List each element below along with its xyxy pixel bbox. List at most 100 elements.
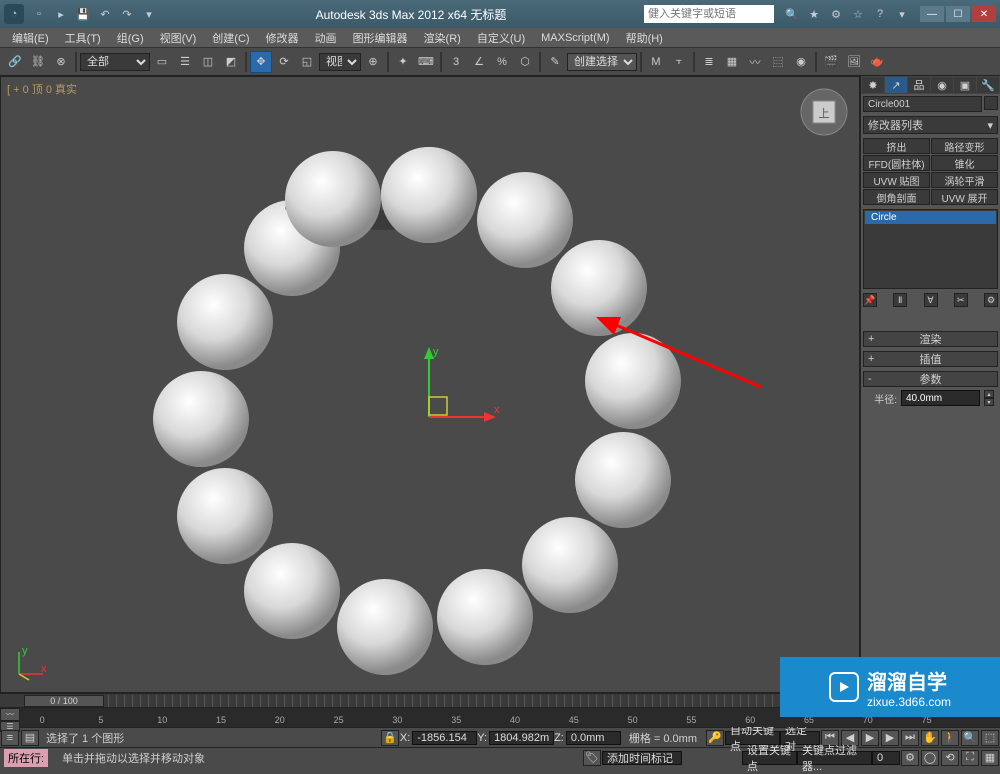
unlink-icon[interactable]: ⛓ [27, 51, 49, 73]
viewcube[interactable]: 上 [799, 87, 849, 137]
open-mini-curve-icon[interactable]: 〰 [0, 708, 20, 721]
subscription-icon[interactable]: ★ [806, 6, 822, 22]
mod-uvwunwrap-button[interactable]: UVW 展开 [931, 189, 998, 205]
create-tab-icon[interactable]: ✸ [862, 77, 884, 93]
utilities-tab-icon[interactable]: 🔧 [977, 77, 999, 93]
menu-animation[interactable]: 动画 [307, 28, 345, 48]
open-icon[interactable]: ▸ [52, 5, 70, 23]
motion-tab-icon[interactable]: ◉ [931, 77, 953, 93]
exchange-icon[interactable]: ⚙ [828, 6, 844, 22]
align-icon[interactable]: ⫟ [668, 51, 690, 73]
modifier-stack[interactable]: Circle [863, 209, 998, 289]
close-button[interactable]: ✕ [972, 6, 996, 22]
menu-tools[interactable]: 工具(T) [57, 28, 109, 48]
add-time-tag-button[interactable]: 添加时间标记 [602, 751, 682, 765]
current-frame-field[interactable]: 0 [872, 751, 900, 765]
time-tag-icon[interactable]: 🏷 [583, 750, 601, 766]
undo-icon[interactable]: ↶ [96, 5, 114, 23]
mod-bevelprofile-button[interactable]: 倒角剖面 [863, 189, 930, 205]
select-object-icon[interactable]: ▭ [151, 51, 173, 73]
configure-sets-icon[interactable]: ⚙ [984, 293, 998, 307]
menu-help[interactable]: 帮助(H) [618, 28, 671, 48]
goto-end-icon[interactable]: ⏭ [901, 730, 919, 746]
select-rotate-icon[interactable]: ⟳ [273, 51, 295, 73]
remove-modifier-icon[interactable]: ✂ [954, 293, 968, 307]
menu-group[interactable]: 组(G) [109, 28, 152, 48]
edit-named-sel-icon[interactable]: ✎ [544, 51, 566, 73]
stack-item-circle[interactable]: Circle [865, 211, 996, 224]
modifier-list-dropdown[interactable]: 修改器列表 ▾ [863, 116, 998, 134]
key-mode-icon[interactable]: 🔑 [706, 730, 724, 746]
rollout-render-header[interactable]: +渲染 [863, 331, 998, 347]
link-icon[interactable]: 🔗 [4, 51, 26, 73]
new-icon[interactable]: ▫ [30, 5, 48, 23]
infocenter-search-icon[interactable]: 🔍 [784, 6, 800, 22]
coord-y-field[interactable]: 1804.982m [489, 731, 554, 745]
angle-snap-icon[interactable]: ∠ [468, 51, 490, 73]
object-color-swatch[interactable] [984, 96, 998, 110]
curve-editor-icon[interactable]: 〰 [744, 51, 766, 73]
rollout-params-header[interactable]: -参数 [863, 371, 998, 387]
orbit-icon[interactable]: ◯ [921, 750, 939, 766]
menu-create[interactable]: 创建(C) [204, 28, 257, 48]
keyfilter-button[interactable]: 关键点过滤器... [797, 751, 872, 765]
pin-stack-icon[interactable]: 📌 [863, 293, 877, 307]
mod-extrude-button[interactable]: 挤出 [863, 138, 930, 154]
rollout-interpolation-header[interactable]: +插值 [863, 351, 998, 367]
coord-x-field[interactable]: -1856.154 [412, 731, 477, 745]
setkey-button[interactable]: 设置关键点 [742, 751, 797, 765]
radius-spinner[interactable]: 40.0mm [901, 390, 980, 406]
fov-icon[interactable]: ⬚ [981, 730, 999, 746]
menu-modifiers[interactable]: 修改器 [258, 28, 307, 48]
next-frame-icon[interactable]: ▶ [881, 730, 899, 746]
modify-tab-icon[interactable]: ↗ [885, 77, 907, 93]
select-move-icon[interactable]: ✥ [250, 51, 272, 73]
minimize-button[interactable]: — [920, 6, 944, 22]
select-manipulate-icon[interactable]: ✦ [392, 51, 414, 73]
maximize-viewport-icon[interactable]: ⛶ [961, 750, 979, 766]
redo-icon[interactable]: ↷ [118, 5, 136, 23]
walk-icon[interactable]: 🚶 [941, 730, 959, 746]
menu-maxscript[interactable]: MAXScript(M) [533, 30, 617, 46]
app-logo-icon[interactable]: ◔ [4, 4, 24, 24]
ref-coord-dropdown[interactable]: 视图 [319, 53, 361, 71]
listener-icon[interactable]: ▤ [21, 730, 39, 746]
save-icon[interactable]: 💾 [74, 5, 92, 23]
favorites-icon[interactable]: ☆ [850, 6, 866, 22]
render-icon[interactable]: 🫖 [866, 51, 888, 73]
help-search-input[interactable] [644, 5, 774, 23]
display-tab-icon[interactable]: ▣ [954, 77, 976, 93]
zoom-extents-icon[interactable]: ▦ [981, 750, 999, 766]
mod-turbosmooth-button[interactable]: 涡轮平滑 [931, 172, 998, 188]
layers-icon[interactable]: ≣ [698, 51, 720, 73]
mirror-icon[interactable]: M [645, 51, 667, 73]
select-by-name-icon[interactable]: ☰ [174, 51, 196, 73]
graphite-icon[interactable]: ▦ [721, 51, 743, 73]
coord-z-field[interactable]: 0.0mm [566, 731, 621, 745]
window-crossing-icon[interactable]: ◩ [220, 51, 242, 73]
qat-dropdown-icon[interactable]: ▾ [140, 5, 158, 23]
mod-ffdcyl-button[interactable]: FFD(圆柱体) [863, 155, 930, 171]
zoom-icon[interactable]: 🔍 [961, 730, 979, 746]
lock-selection-icon[interactable]: 🔒 [381, 730, 399, 746]
maxscript-mini-icon[interactable]: ≡ [1, 730, 19, 746]
help-icon[interactable]: ? [872, 6, 888, 22]
select-scale-icon[interactable]: ◱ [296, 51, 318, 73]
viewport[interactable]: [ + 0 顶 0 真实 [0, 76, 860, 693]
spinner-snap-icon[interactable]: ⬡ [514, 51, 536, 73]
make-unique-icon[interactable]: ∀ [924, 293, 938, 307]
schematic-icon[interactable]: ⿳ [767, 51, 789, 73]
menu-customize[interactable]: 自定义(U) [469, 28, 533, 48]
use-center-icon[interactable]: ⊕ [362, 51, 384, 73]
render-setup-icon[interactable]: 🎬 [820, 51, 842, 73]
selection-filter-dropdown[interactable]: 全部 [80, 53, 150, 71]
maximize-button[interactable]: ☐ [946, 6, 970, 22]
time-slider[interactable]: 0 / 100 [24, 695, 104, 707]
keyboard-shortcut-icon[interactable]: ⌨ [415, 51, 437, 73]
menu-rendering[interactable]: 渲染(R) [416, 28, 469, 48]
percent-snap-icon[interactable]: % [491, 51, 513, 73]
radius-spinner-arrows[interactable]: ▴▾ [984, 390, 994, 406]
menu-views[interactable]: 视图(V) [152, 28, 205, 48]
menu-edit[interactable]: 编辑(E) [4, 28, 57, 48]
hierarchy-tab-icon[interactable]: 品 [908, 77, 930, 93]
